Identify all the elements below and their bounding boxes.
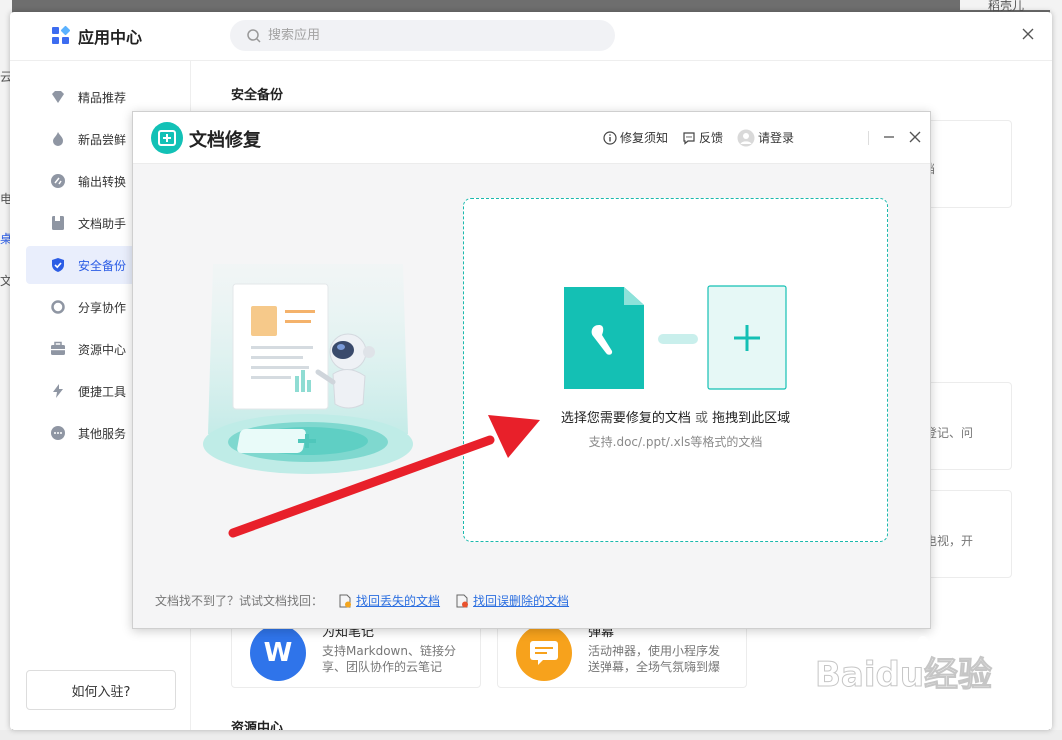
watermark-url: jingyan.baidu.com <box>815 690 962 708</box>
lightning-icon <box>50 383 66 399</box>
chat-bubble-icon <box>683 131 695 145</box>
recover-deleted-docs-link[interactable]: 找回误删除的文档 <box>473 592 569 609</box>
briefcase-icon <box>50 341 66 357</box>
doc-repair-logo-icon <box>151 122 183 154</box>
sidebar-item-label: 资源中心 <box>78 342 127 357</box>
recover-deleted-link-wrap: 找回误删除的文档 <box>456 592 569 609</box>
document-icon <box>50 215 66 231</box>
app-close-button[interactable] <box>1022 24 1034 45</box>
baidu-paw-watermark-icon: Baidu经验 <box>815 636 993 692</box>
diamond-icon <box>50 89 66 105</box>
repair-guide-link[interactable]: 修复须知 <box>603 129 668 146</box>
section-title-backup: 安全备份 <box>231 88 284 103</box>
recover-lost-link-wrap: 找回丢失的文档 <box>339 592 440 609</box>
login-label: 请登录 <box>758 131 795 145</box>
sidebar-item-label: 便捷工具 <box>78 384 127 399</box>
app-grid-logo-icon <box>52 25 71 45</box>
join-button[interactable]: 如何入驻? <box>26 670 176 710</box>
choose-file-text[interactable]: 选择您需要修复的文档 <box>561 411 691 426</box>
supported-formats-text: 支持.doc/.ppt/.xls等格式的文档 <box>588 435 763 449</box>
repair-guide-label: 修复须知 <box>620 131 669 145</box>
drag-here-text: 拖拽到此区域 <box>712 411 791 426</box>
card-description: 活动神器，使用小程序发 <box>588 644 721 658</box>
share-icon <box>50 299 66 315</box>
sidebar-item-label: 文档助手 <box>78 216 127 231</box>
watermark-text: Baidu经验 <box>815 655 992 692</box>
robot-repair-illustration <box>203 264 413 474</box>
sidebar-item-label: 精品推荐 <box>78 90 127 105</box>
lost-file-icon <box>339 594 352 607</box>
card-description: 送弹幕，全场气氛嗨到爆 <box>588 660 721 674</box>
convert-icon <box>50 173 66 189</box>
close-icon <box>1022 28 1034 40</box>
sidebar-item-label: 安全备份 <box>78 258 127 273</box>
note-app-icon: W <box>250 625 306 681</box>
minimize-icon <box>884 136 895 138</box>
more-icon <box>50 425 66 441</box>
close-icon <box>909 131 921 143</box>
dialog-title: 文档修复 <box>189 130 261 151</box>
dialog-body: 选择您需要修复的文档 或 拖拽到此区域 支持.doc/.ppt/.xls等格式的… <box>133 164 930 628</box>
file-drop-zone[interactable]: 选择您需要修复的文档 或 拖拽到此区域 支持.doc/.ppt/.xls等格式的… <box>463 198 888 542</box>
shield-check-icon <box>50 257 66 273</box>
toolbar-divider <box>868 130 870 145</box>
sidebar-item-label: 其他服务 <box>78 426 127 441</box>
deleted-file-icon <box>456 594 469 607</box>
header-divider <box>10 60 1052 61</box>
recover-lost-docs-link[interactable]: 找回丢失的文档 <box>356 592 440 609</box>
add-document-graphic <box>564 285 787 390</box>
feedback-label: 反馈 <box>699 131 724 145</box>
sidebar-item-label: 输出转换 <box>78 174 127 189</box>
dialog-footer: 文档找不到了？试试文档找回： 找回丢失的文档 找回误删除的文档 <box>155 592 569 609</box>
search-box[interactable] <box>230 20 615 51</box>
user-avatar-icon <box>737 129 755 146</box>
search-input[interactable] <box>268 28 588 43</box>
flame-icon <box>50 131 66 147</box>
app-title-text: 应用中心 <box>78 28 143 47</box>
dialog-toolbar: 修复须知 反馈 请登录 <box>603 128 921 147</box>
sidebar-item-label: 新品尝鲜 <box>78 132 127 147</box>
search-icon <box>247 28 261 43</box>
info-icon <box>603 130 617 145</box>
card-description: 享、团队协作的云笔记 <box>322 660 443 674</box>
dialog-close-button[interactable] <box>909 128 921 147</box>
app-title: 应用中心 <box>52 24 142 48</box>
login-link[interactable]: 请登录 <box>737 129 794 147</box>
card-description: 支持Markdown、链接分 <box>322 644 456 658</box>
drop-instruction: 选择您需要修复的文档 或 拖拽到此区域 <box>464 407 887 426</box>
sidebar-item-label: 分享协作 <box>78 300 127 315</box>
dialog-header: 文档修复 修复须知 反馈 请登录 <box>133 112 930 164</box>
section-title-resources: 资源中心 <box>231 721 284 730</box>
danmu-app-icon <box>516 625 572 681</box>
minimize-button[interactable] <box>883 128 895 147</box>
doc-repair-dialog: 文档修复 修复须知 反馈 请登录 选择您需要修复的文档 或 拖拽到此区域 支持.… <box>132 111 931 629</box>
footer-hint: 文档找不到了？试试文档找回： <box>155 594 324 608</box>
background-bottom-strip <box>0 730 1062 740</box>
feedback-link[interactable]: 反馈 <box>682 129 723 146</box>
or-text: 或 <box>694 411 708 426</box>
